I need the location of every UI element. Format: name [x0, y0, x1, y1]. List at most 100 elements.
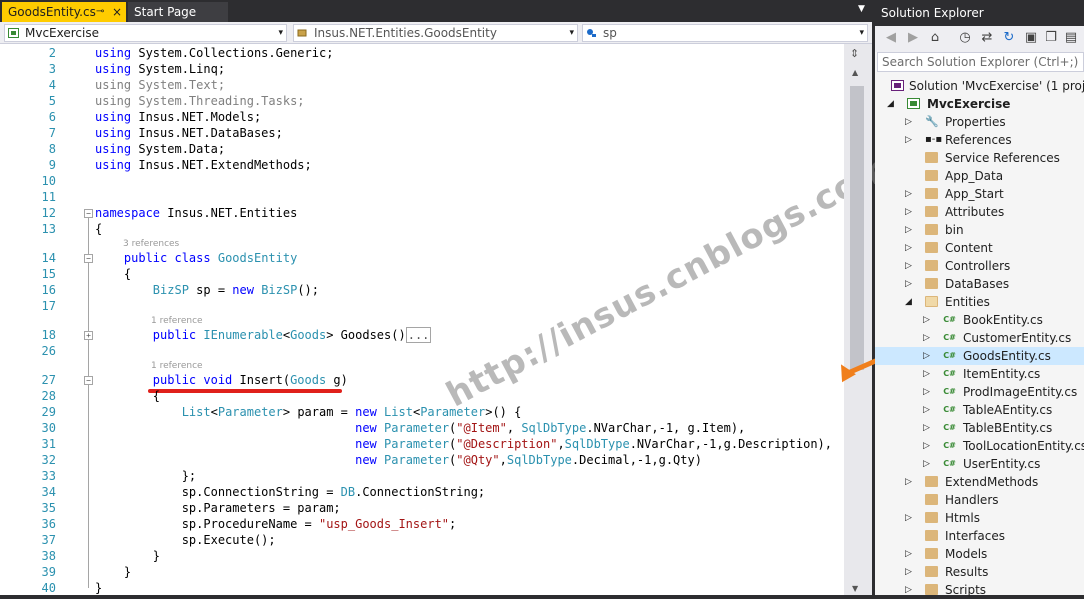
codelens-references[interactable]: 1 reference	[151, 315, 203, 327]
code-line[interactable]: public IEnumerable<Goods> Goodses()...	[95, 327, 432, 343]
tree-item[interactable]: ◢ Entities	[875, 293, 1084, 311]
collapsed-icon[interactable]: ▷	[905, 545, 912, 563]
collapsed-icon[interactable]: ▷	[905, 563, 912, 581]
tree-file[interactable]: ▷ C# TableAEntity.cs	[875, 401, 1084, 419]
code-line[interactable]: sp.ProcedureName = "usp_Goods_Insert";	[95, 516, 457, 532]
properties-icon[interactable]: ▤	[1063, 30, 1079, 46]
code-line[interactable]: public class GoodsEntity	[95, 250, 297, 266]
expand-goodses-toggle[interactable]: +	[84, 331, 93, 340]
tree-item[interactable]: App_Data	[875, 167, 1084, 185]
tree-item[interactable]: ▷ ▪‑▪ References	[875, 131, 1084, 149]
code-line[interactable]: BizSP sp = new BizSP();	[95, 282, 319, 298]
forward-icon[interactable]: ▶	[905, 30, 921, 46]
scrollbar-thumb[interactable]	[850, 86, 864, 370]
code-line[interactable]: public void Insert(Goods g)	[95, 372, 348, 388]
tab-start-page[interactable]: Start Page	[128, 2, 228, 22]
history-icon[interactable]: ◷	[957, 30, 973, 46]
collapsed-icon[interactable]: ▷	[923, 401, 930, 419]
tree-file[interactable]: ▷ C# UserEntity.cs	[875, 455, 1084, 473]
collapsed-icon[interactable]: ▷	[923, 455, 930, 473]
collapsed-icon[interactable]: ▷	[923, 437, 930, 455]
collapsed-icon[interactable]: ▷	[905, 275, 912, 293]
tree-item[interactable]: ▷ Scripts	[875, 581, 1084, 599]
code-editor[interactable]: GoodsEntity.cs ⊸ × Start Page ▼ MvcExerc…	[0, 0, 898, 596]
code-line[interactable]: using System.Threading.Tasks;	[95, 93, 305, 109]
tree-file[interactable]: ▷ C# ItemEntity.cs	[875, 365, 1084, 383]
code-line[interactable]: new Parameter("@Description",SqlDbType.N…	[95, 436, 832, 452]
code-line[interactable]: }	[95, 564, 131, 580]
home-icon[interactable]: ⌂	[927, 30, 943, 46]
collapse-namespace-toggle[interactable]: −	[84, 209, 93, 218]
tree-item[interactable]: ▷ Content	[875, 239, 1084, 257]
collapsed-icon[interactable]: ▷	[905, 203, 912, 221]
code-line[interactable]: new Parameter("@Item", SqlDbType.NVarCha…	[95, 420, 745, 436]
codelens-references[interactable]: 1 reference	[151, 360, 203, 372]
collapsed-icon[interactable]: ▷	[905, 113, 912, 131]
collapsed-icon[interactable]: ▷	[923, 419, 930, 437]
collapse-insert-toggle[interactable]: −	[84, 376, 93, 385]
codelens-references[interactable]: 3 references	[123, 238, 179, 250]
code-line[interactable]: sp.Parameters = param;	[95, 500, 341, 516]
tree-item[interactable]: ▷ App_Start	[875, 185, 1084, 203]
expanded-icon[interactable]: ◢	[887, 95, 894, 113]
collapsed-icon[interactable]: ▷	[923, 365, 930, 383]
tree-solution[interactable]: Solution 'MvcExercise' (1 project)	[875, 77, 1084, 95]
code-line[interactable]: using Insus.NET.Models;	[95, 109, 261, 125]
tree-file[interactable]: ▷ C# ProdImageEntity.cs	[875, 383, 1084, 401]
collapsed-icon[interactable]: ▷	[905, 509, 912, 527]
tree-item[interactable]: Service References	[875, 149, 1084, 167]
vertical-scrollbar[interactable]: ⇕ ▲ ▼	[844, 44, 872, 595]
code-line[interactable]: }	[95, 548, 160, 564]
scroll-up-icon[interactable]: ▲	[852, 68, 858, 77]
close-icon[interactable]: ×	[112, 2, 122, 22]
collapsed-icon[interactable]: ▷	[905, 581, 912, 599]
pin-icon[interactable]: ⊸	[96, 2, 104, 22]
tree-project[interactable]: ◢ MvcExercise	[875, 95, 1084, 113]
tree-item[interactable]: ▷ Htmls	[875, 509, 1084, 527]
tree-file[interactable]: ▷ C# BookEntity.cs	[875, 311, 1084, 329]
tree-item[interactable]: Interfaces	[875, 527, 1084, 545]
collapsed-icon[interactable]: ▷	[905, 239, 912, 257]
tree-item[interactable]: ▷ Controllers	[875, 257, 1084, 275]
scroll-down-icon[interactable]: ▼	[852, 584, 858, 593]
collapsed-icon[interactable]: ▷	[923, 383, 930, 401]
sync-icon[interactable]: ⇄	[979, 30, 995, 46]
back-icon[interactable]: ◀	[883, 30, 899, 46]
code-line[interactable]: {	[95, 221, 102, 237]
code-line[interactable]: new Parameter("@Qty",SqlDbType.Decimal,-…	[95, 452, 702, 468]
code-line[interactable]: {	[95, 388, 160, 404]
collapsed-icon[interactable]: ▷	[905, 131, 912, 149]
collapsed-icon[interactable]: ▷	[923, 311, 930, 329]
member-combo[interactable]: sp ▾	[582, 24, 868, 42]
collapsed-icon[interactable]: ▷	[923, 329, 930, 347]
code-line[interactable]: sp.Execute();	[95, 532, 276, 548]
tree-item[interactable]: ▷ bin	[875, 221, 1084, 239]
tree-item[interactable]: ▷ DataBases	[875, 275, 1084, 293]
tree-item[interactable]: ▷ ExtendMethods	[875, 473, 1084, 491]
tree-item[interactable]: ▷ Models	[875, 545, 1084, 563]
tree-file-selected[interactable]: ▷ C# GoodsEntity.cs	[875, 347, 1084, 365]
tree-item[interactable]: Handlers	[875, 491, 1084, 509]
refresh-icon[interactable]: ↻	[1001, 30, 1017, 46]
tree-item[interactable]: ▷ 🔧 Properties	[875, 113, 1084, 131]
code-line[interactable]: using System.Linq;	[95, 61, 225, 77]
code-line[interactable]: using System.Collections.Generic;	[95, 45, 333, 61]
show-all-files-icon[interactable]: ❐	[1043, 30, 1059, 46]
tab-dropdown-icon[interactable]: ▼	[858, 4, 865, 14]
code-line[interactable]: sp.ConnectionString = DB.ConnectionStrin…	[95, 484, 485, 500]
code-line[interactable]: }	[95, 580, 102, 596]
tree-file[interactable]: ▷ C# ToolLocationEntity.cs	[875, 437, 1084, 455]
tree-item[interactable]: ▷ Attributes	[875, 203, 1084, 221]
tree-item[interactable]: ▷ Results	[875, 563, 1084, 581]
collapsed-icon[interactable]: ▷	[905, 473, 912, 491]
collapse-class-toggle[interactable]: −	[84, 254, 93, 263]
collapsed-region[interactable]: ...	[405, 327, 432, 343]
code-line[interactable]: using System.Data;	[95, 141, 225, 157]
collapsed-icon[interactable]: ▷	[905, 257, 912, 275]
tree-file[interactable]: ▷ C# TableBEntity.cs	[875, 419, 1084, 437]
collapsed-icon[interactable]: ▷	[905, 221, 912, 239]
code-line[interactable]: using System.Text;	[95, 77, 225, 93]
split-editor-icon[interactable]: ⇕	[850, 47, 859, 60]
code-line[interactable]: using Insus.NET.ExtendMethods;	[95, 157, 312, 173]
collapsed-icon[interactable]: ▷	[923, 347, 930, 365]
